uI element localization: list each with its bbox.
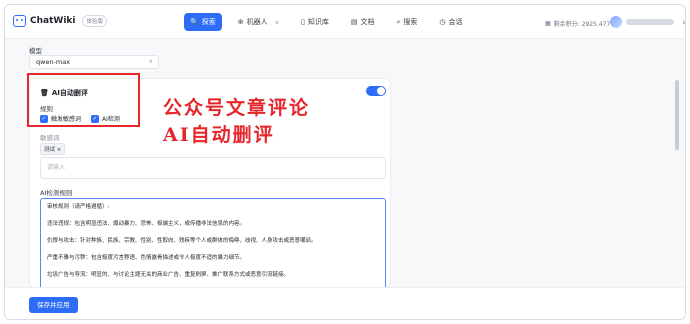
sensitive-words-label: 敏感词 <box>40 134 60 142</box>
top-navbar: ChatWiki 体验版 🔍 探索 ⊕ 机器人 ∨ ▯ 知识库 ▤ 文档 ⌕ 搜… <box>5 5 686 39</box>
robot-icon: ⊕ <box>237 18 244 26</box>
model-select[interactable]: qwen-max ∨ <box>29 55 159 69</box>
rule-line: 违法违规：包含明显违法、煽动暴力、恐怖、极端主义，或传播非法信息的内容。 <box>47 221 246 227</box>
nav-robots-label: 机器人 <box>246 18 268 26</box>
rule-line: 垃圾广告与导流：明显的、与讨论主题无关的商业广告、重复刷屏、推广联系方式或恶意引… <box>47 272 290 278</box>
nav-sessions-label: 会话 <box>448 18 463 26</box>
credits-text: 剩余积分: 2925.477 <box>553 21 611 28</box>
sensitive-word-tag[interactable]: 测试 × <box>40 143 66 155</box>
user-name-blurred <box>626 19 674 25</box>
rule-line: 审核规则（请严格遵循）: <box>47 204 110 210</box>
app-name: ChatWiki <box>30 16 76 26</box>
credits-display: ▦ 剩余积分: 2925.477 <box>545 19 610 28</box>
scrollbar[interactable] <box>675 80 679 150</box>
document-icon: ▤ <box>350 18 358 26</box>
nav-documents-label: 文档 <box>360 18 375 26</box>
save-and-apply-button[interactable]: 保存并应用 <box>29 297 78 313</box>
chevron-down-icon: ∨ <box>682 18 686 26</box>
annotation-title-line2: AI自动删评 <box>163 124 275 146</box>
nav-search[interactable]: ⌕ 搜索 <box>390 13 423 31</box>
chevron-down-icon: ∨ <box>148 58 153 65</box>
model-label: 模型 <box>29 47 42 55</box>
avatar <box>610 16 622 28</box>
rule-line: 严重不雅与污秽：包含极度污言秽语、色情露骨描述或令人极度不适的暴力细节。 <box>47 255 246 261</box>
nav-sessions[interactable]: ◷ 会话 <box>433 13 468 31</box>
annotation-title-line1: 公众号文章评论 <box>163 97 311 119</box>
nav-explore-label: 探索 <box>201 18 216 26</box>
user-menu[interactable]: ∨ <box>610 16 686 28</box>
main-nav: 🔍 探索 ⊕ 机器人 ∨ ▯ 知识库 ▤ 文档 ⌕ 搜索 ◷ 会话 <box>184 13 469 31</box>
ai-rules-textarea[interactable]: 审核规则（请严格遵循）: 违法违规：包含明显违法、煽动暴力、恐怖、极端主义，或传… <box>40 198 386 290</box>
annotation-highlight-box <box>27 73 140 127</box>
chevron-down-icon[interactable]: ∨ <box>275 19 279 26</box>
nav-knowledge-base-label: 知识库 <box>307 18 329 26</box>
credits-icon: ▦ <box>545 20 551 27</box>
nav-knowledge-base[interactable]: ▯ 知识库 <box>295 13 335 31</box>
ai-delete-toggle[interactable] <box>366 86 386 96</box>
knowledge-base-icon: ▯ <box>301 18 305 26</box>
nav-robots[interactable]: ⊕ 机器人 ∨ <box>232 13 285 31</box>
chatwiki-logo-icon <box>13 15 26 27</box>
model-select-value: qwen-max <box>36 58 71 66</box>
nav-search-label: 搜索 <box>403 18 418 26</box>
sensitive-word-input[interactable]: 请输入 <box>40 157 386 179</box>
footer-bar: 保存并应用 <box>5 287 685 319</box>
logo[interactable]: ChatWiki 体验版 <box>13 15 107 27</box>
nav-explore[interactable]: 🔍 探索 <box>184 13 222 31</box>
explore-icon: 🔍 <box>190 18 199 26</box>
nav-documents[interactable]: ▤ 文档 <box>345 13 381 31</box>
version-badge: 体验版 <box>82 15 107 27</box>
app-window: ChatWiki 体验版 🔍 探索 ⊕ 机器人 ∨ ▯ 知识库 ▤ 文档 ⌕ 搜… <box>4 4 686 320</box>
ai-rules-label: AI检测规则 <box>40 189 73 197</box>
session-icon: ◷ <box>439 18 446 26</box>
rule-line: 仇恨与攻击：针对种族、民族、宗教、性别、性取向、残疾等个人或群体的侮辱、歧视、人… <box>47 238 317 244</box>
search-icon: ⌕ <box>396 17 401 26</box>
